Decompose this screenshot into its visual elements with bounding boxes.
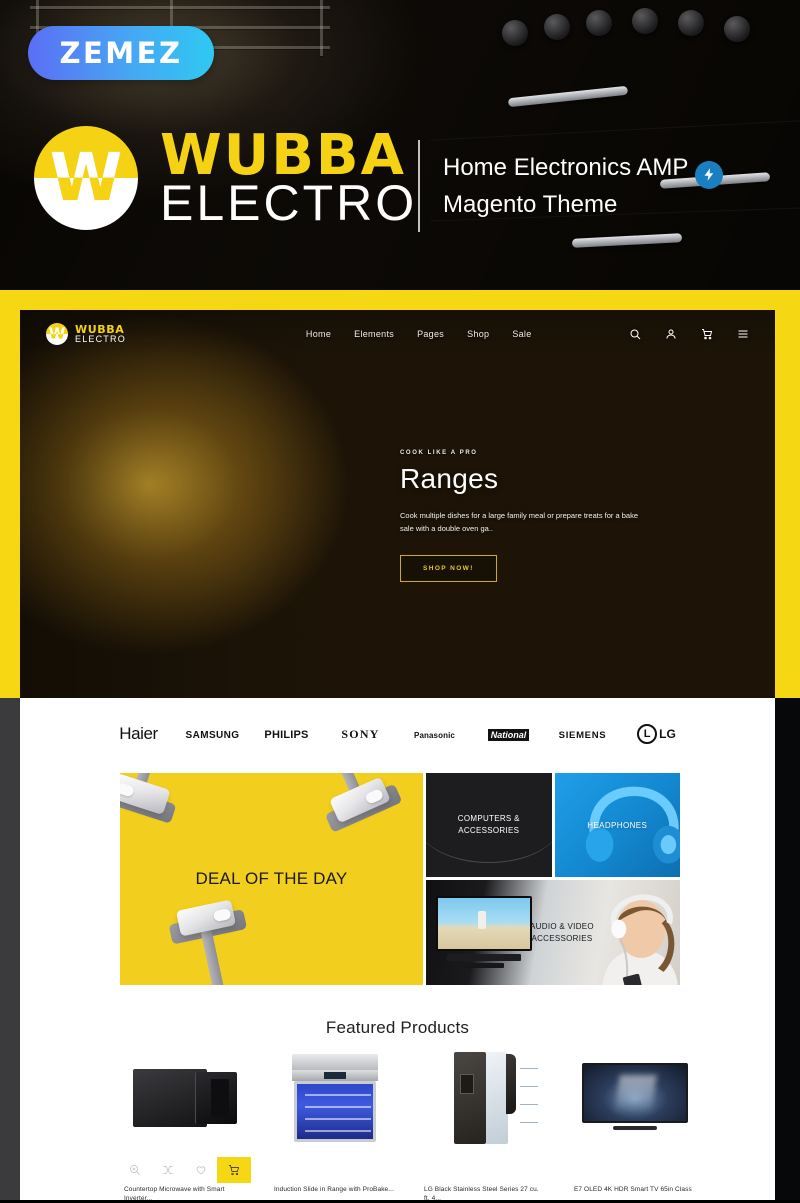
cabinet-handle <box>571 233 683 248</box>
brand-logo-philips[interactable]: PHILIPS <box>250 725 324 743</box>
zemez-vendor-badge[interactable]: ZEMEZ <box>28 26 214 80</box>
left-edge-strip <box>0 698 20 1200</box>
vacuum-head-icon <box>324 773 403 833</box>
hero-banner: ZEMEZ W WUBBA ELECTRO Home Electronics A… <box>0 0 800 290</box>
headphones-label: HEADPHONES <box>587 820 648 830</box>
tagline-line-1: Home Electronics AMP <box>443 154 689 181</box>
quick-view-icon[interactable] <box>118 1159 151 1182</box>
tagline-line-2: Magento Theme <box>443 190 618 218</box>
brand-logo-haier[interactable]: Haier <box>102 724 176 744</box>
cooktop-knobs <box>492 6 792 76</box>
brand-name-bottom: ELECTRO <box>160 174 418 231</box>
amp-lightning-icon <box>695 160 724 189</box>
site-logo-letter: W <box>48 324 66 343</box>
slide-description: Cook multiple dishes for a large family … <box>400 511 639 534</box>
oven-rack-bar <box>30 6 330 9</box>
nav-item-elements[interactable]: Elements <box>354 329 394 339</box>
brand-lockup: W WUBBA ELECTRO <box>34 126 417 230</box>
shopping-cart-icon[interactable] <box>701 328 713 340</box>
promo-computers-accessories[interactable]: COMPUTERS & ACCESSORIES <box>426 773 552 877</box>
hero-tagline: Home Electronics AMP Magento Theme <box>443 152 773 220</box>
television-icon <box>436 896 532 968</box>
lg-circle-icon: L <box>637 724 658 745</box>
promo-banner-grid: DEAL OF THE DAY COMPUTERS & ACCESSORIES … <box>120 773 680 985</box>
product-name[interactable]: Induction Slide in Range with ProBake... <box>260 1185 410 1194</box>
promo-audio-video-accessories[interactable]: AUDIO & VIDEO ACCESSORIES <box>426 880 680 985</box>
product-card[interactable]: Countertop Microwave with Smart Inverter… <box>110 1045 260 1203</box>
nav-item-home[interactable]: Home <box>306 329 331 339</box>
cabinet-seam <box>430 120 800 141</box>
brand-logo-panasonic[interactable]: Panasonic <box>398 725 472 743</box>
slide-eyebrow: COOK LIKE A PRO <box>400 450 478 456</box>
brand-logo-national[interactable]: National <box>472 725 546 743</box>
product-image-oled-tv <box>560 1045 710 1150</box>
brand-name-top: WUBBA <box>160 122 406 188</box>
deal-of-the-day-label: DEAL OF THE DAY <box>195 869 348 888</box>
computers-line-1: COMPUTERS & <box>457 814 520 823</box>
add-to-cart-icon[interactable] <box>217 1157 251 1183</box>
nav-item-pages[interactable]: Pages <box>417 329 444 339</box>
brand-logo-lg[interactable]: L LG <box>620 724 694 745</box>
audio-video-line-2: ACCESSORIES <box>531 933 593 943</box>
zemez-label: ZEMEZ <box>59 36 183 70</box>
product-name[interactable]: Countertop Microwave with Smart Inverter… <box>110 1185 260 1203</box>
site-preview-navbar: W WUBBA ELECTRO Home Elements Pages Shop… <box>20 310 775 358</box>
brand-logo-siemens[interactable]: SIEMENS <box>546 725 620 743</box>
brand-logo-samsung[interactable]: SAMSUNG <box>176 725 250 743</box>
vacuum-head-icon <box>168 899 248 985</box>
wubba-logo-icon: W <box>34 126 138 230</box>
audio-video-line-1: AUDIO & VIDEO <box>530 921 594 931</box>
featured-products-title: Featured Products <box>325 1018 470 1037</box>
shop-now-button[interactable]: SHOP NOW! <box>400 555 497 583</box>
slide-copy-block: COOK LIKE A PRO Ranges Cook multiple dis… <box>400 450 710 583</box>
site-preview-hero-slider: W WUBBA ELECTRO Home Elements Pages Shop… <box>20 310 775 698</box>
product-card[interactable]: E7 OLED 4K HDR Smart TV 65in Class <box>560 1045 710 1200</box>
product-card[interactable]: LG Black Stainless Steel Series 27 cu. f… <box>410 1045 560 1203</box>
nav-item-sale[interactable]: Sale <box>512 329 531 339</box>
product-name[interactable]: E7 OLED 4K HDR Smart TV 65in Class <box>560 1185 710 1194</box>
vacuum-head-icon <box>120 773 177 824</box>
promo-deal-of-the-day[interactable]: DEAL OF THE DAY <box>120 773 423 985</box>
product-image-range <box>260 1045 410 1150</box>
oven-rack-bar <box>320 0 323 56</box>
search-icon[interactable] <box>629 328 641 340</box>
site-logo[interactable]: W WUBBA ELECTRO <box>46 323 126 345</box>
slide-title: Ranges <box>400 463 499 494</box>
brand-logos-row: Haier SAMSUNG PHILIPS SONY Panasonic Nat… <box>20 698 775 770</box>
site-logo-bottom: ELECTRO <box>75 334 126 344</box>
cabinet-handle <box>507 85 629 108</box>
compare-icon[interactable] <box>151 1159 184 1182</box>
user-account-icon[interactable] <box>665 328 677 340</box>
product-image-refrigerator <box>410 1045 560 1150</box>
wishlist-heart-icon[interactable] <box>184 1159 217 1182</box>
navbar-icon-group <box>629 328 749 340</box>
featured-products-grid: Countertop Microwave with Smart Inverter… <box>110 1045 710 1203</box>
product-action-bar <box>118 1157 251 1183</box>
main-menu: Home Elements Pages Shop Sale <box>306 329 532 339</box>
vertical-divider <box>418 140 420 232</box>
right-edge-strip <box>775 698 800 1200</box>
brand-wordmark: WUBBA ELECTRO <box>160 122 418 231</box>
product-card[interactable]: Induction Slide in Range with ProBake... <box>260 1045 410 1200</box>
promo-headphones[interactable]: HEADPHONES <box>554 773 680 877</box>
product-name[interactable]: LG Black Stainless Steel Series 27 cu. f… <box>410 1185 560 1203</box>
hamburger-menu-icon[interactable] <box>737 328 749 340</box>
wubba-logo-letter: W <box>49 139 123 216</box>
computers-line-2: ACCESSORIES <box>458 826 520 835</box>
site-logo-icon: W <box>46 323 68 345</box>
brand-logo-sony[interactable]: SONY <box>324 725 398 743</box>
product-image-microwave <box>110 1045 260 1150</box>
nav-item-shop[interactable]: Shop <box>467 329 489 339</box>
